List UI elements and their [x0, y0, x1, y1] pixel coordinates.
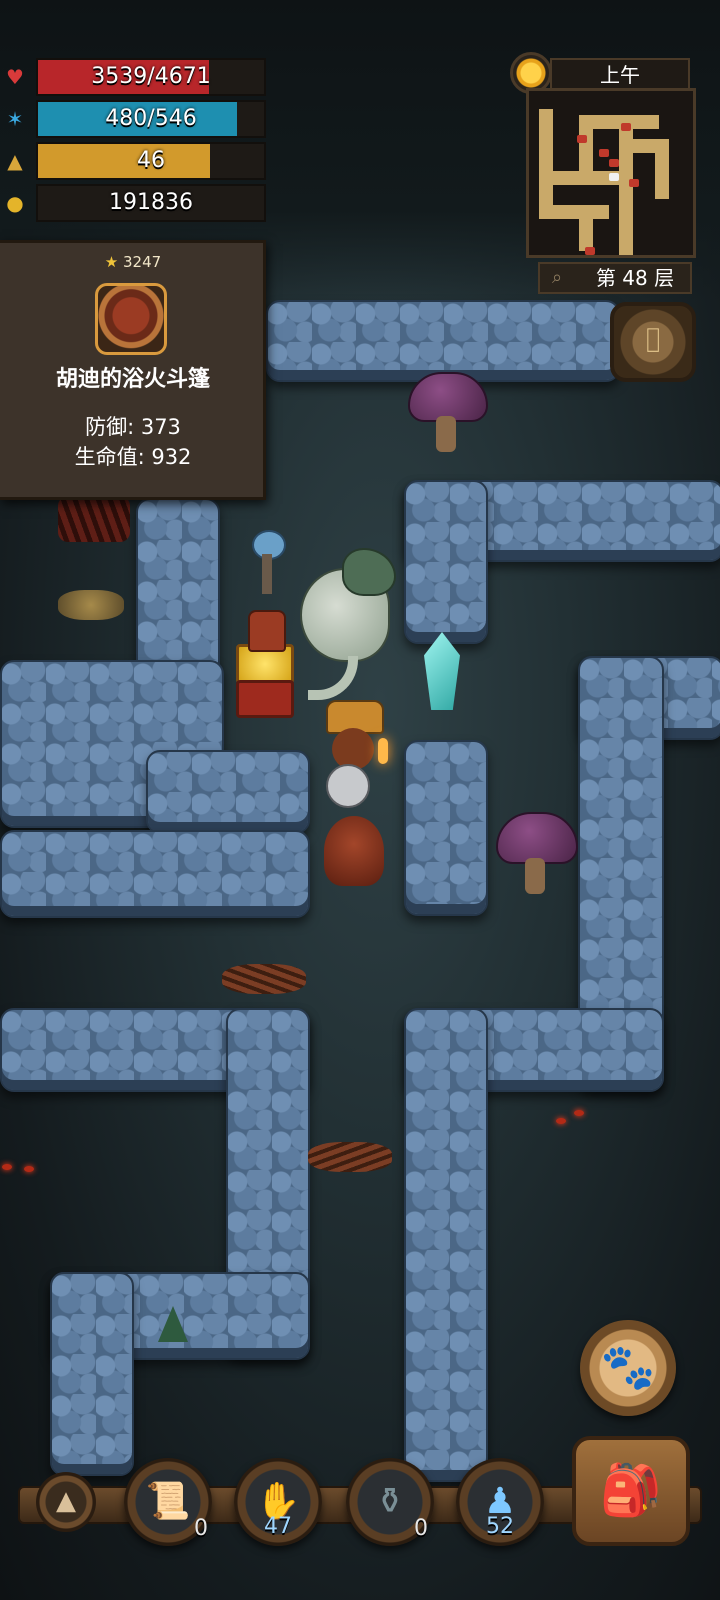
- expand-up-button[interactable]: ▲: [36, 1472, 96, 1532]
- stone-wall: [146, 750, 310, 834]
- twig-pile[interactable]: [222, 964, 306, 994]
- twig-pile[interactable]: [308, 1142, 392, 1172]
- stone-wall: [404, 740, 488, 916]
- stone-wall: [404, 480, 488, 644]
- item-defense: 防御: 373: [85, 415, 181, 439]
- stone-wall: [404, 1008, 488, 1482]
- gold-bar: 191836: [36, 184, 266, 222]
- mp-bar: 480/546: [36, 100, 266, 138]
- minimap-enemy-marker: [629, 179, 639, 187]
- dead-tree: [58, 496, 130, 542]
- cloak-icon: [95, 283, 167, 355]
- star-value: 3247: [123, 253, 162, 271]
- scroll-count: 0: [194, 1516, 208, 1541]
- minimap-enemy-marker: [585, 247, 595, 255]
- item-name: 胡迪的浴火斗篷: [55, 367, 210, 392]
- stone-wall: [0, 830, 310, 918]
- mushroom-monster[interactable]: [408, 372, 488, 456]
- hp-value: 3539/4671: [91, 64, 211, 89]
- paw-button[interactable]: 🐾: [580, 1320, 676, 1416]
- minimap-enemy-marker: [609, 159, 619, 167]
- hp-bar: 3539/4671: [36, 58, 266, 96]
- minimap-player-marker: [609, 173, 619, 181]
- item-tooltip[interactable]: ★ 3247 胡迪的浴火斗篷 防御: 373 生命值: 932: [0, 240, 266, 500]
- hp-stat: ♥ 3539/4671: [0, 58, 270, 96]
- scroll-slot[interactable]: 📜 0: [124, 1458, 212, 1546]
- glowing-eye: [556, 1118, 566, 1124]
- stone-wall: [266, 300, 620, 382]
- crystal[interactable]: [410, 632, 474, 722]
- hand-skill-slot[interactable]: ✋ 47: [234, 1458, 322, 1546]
- backpack-icon: 🎒: [599, 1461, 663, 1519]
- bird-monster[interactable]: [238, 518, 294, 598]
- glowing-eye: [2, 1164, 12, 1170]
- item-hp-bonus: 生命值: 932: [74, 445, 192, 469]
- gold-coins-icon: ●: [6, 191, 24, 215]
- gold-value: 191836: [109, 190, 193, 215]
- player-character[interactable]: [318, 700, 390, 808]
- floor-number: 第 48 层: [595, 266, 675, 290]
- potion-slot[interactable]: ⚱ 0: [346, 1458, 434, 1546]
- minimap-enemy-marker: [577, 135, 587, 143]
- potion-count: 0: [414, 1516, 428, 1541]
- minimap-enemy-marker: [621, 123, 631, 131]
- zoom-icon[interactable]: ⌕: [546, 267, 568, 289]
- hand-count: 47: [264, 1514, 292, 1539]
- gold-pile[interactable]: [58, 590, 124, 620]
- triangle-icon: ▲: [7, 149, 23, 173]
- pet-companion[interactable]: [324, 816, 384, 886]
- backpack-button[interactable]: 🎒: [572, 1436, 690, 1546]
- minimap-corridor: [655, 139, 669, 199]
- level-stat: ▲ 46: [0, 142, 270, 180]
- mp-stat: ✶ 480/546: [0, 100, 270, 138]
- minimap[interactable]: [526, 88, 696, 258]
- stairs-icon: ⌷: [642, 321, 664, 361]
- glowing-eye: [574, 1110, 584, 1116]
- minimap-enemy-marker: [599, 149, 609, 157]
- stone-wall: [50, 1272, 134, 1476]
- minimap-corridor: [539, 205, 609, 219]
- triangle-up-icon: ▲: [56, 1486, 76, 1516]
- stairs-button[interactable]: ⌷: [610, 302, 696, 382]
- minimap-corridor: [539, 109, 553, 219]
- heart-icon: ♥: [6, 65, 24, 89]
- magic-wand-icon: ✶: [6, 107, 24, 131]
- star-icon: ★: [104, 253, 119, 271]
- dragon-monster[interactable]: [290, 548, 396, 700]
- treasure-chest[interactable]: [236, 644, 294, 720]
- gold-stat: ● 191836: [0, 184, 270, 222]
- mushroom-monster[interactable]: [496, 812, 578, 898]
- item-star-rating: ★ 3247: [0, 253, 266, 271]
- mp-value: 480/546: [105, 106, 197, 131]
- paw-icon: 🐾: [600, 1342, 656, 1393]
- figure-count: 52: [486, 1514, 514, 1539]
- figure-skill-slot[interactable]: ♟ 52: [456, 1458, 544, 1546]
- glowing-eye: [24, 1166, 34, 1172]
- level-value: 46: [137, 148, 165, 173]
- minimap-corridor: [579, 205, 593, 251]
- time-of-day: 上午: [550, 58, 690, 90]
- minimap-corridor: [553, 171, 633, 185]
- level-bar: 46: [36, 142, 266, 180]
- floor-indicator[interactable]: ⌕ 第 48 层: [538, 262, 692, 294]
- item-cloak-drop: [248, 610, 286, 652]
